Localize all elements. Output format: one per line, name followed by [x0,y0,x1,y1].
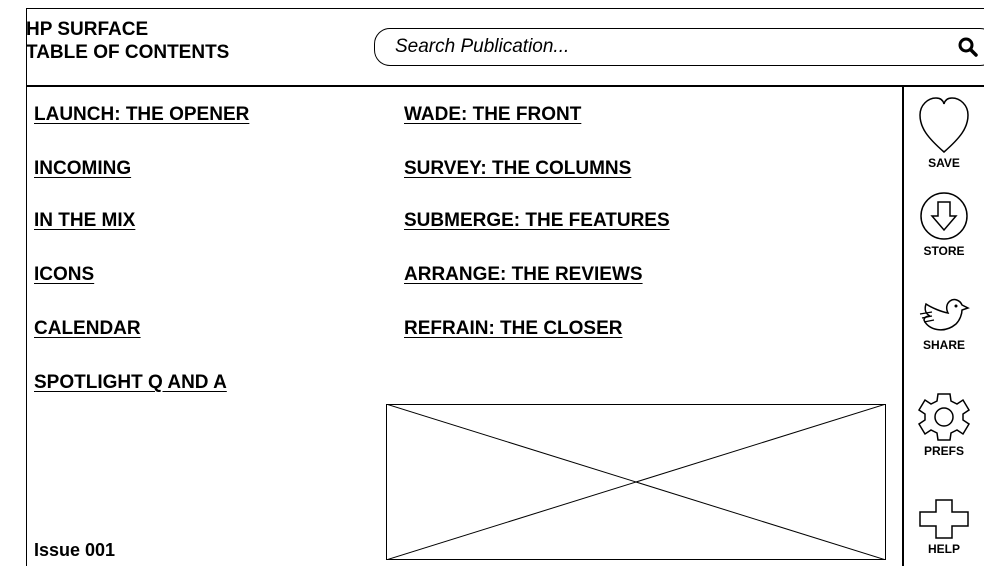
title-line-1: HP SURFACE [26,19,149,40]
title-line-2: TABLE OF CONTENTS [26,42,230,63]
share-label: SHARE [922,338,965,352]
toc-link-in-the-mix[interactable]: IN THE MIX [34,210,135,232]
prefs-button[interactable]: PREFS [904,392,984,458]
app-frame: HP SURFACE TABLE OF CONTENTS LAUNCH: THE… [0,0,984,566]
issue-label: Issue 001 [34,540,116,560]
search-input[interactable] [393,35,937,59]
top-border [26,8,984,9]
download-icon [920,192,968,240]
search-icon[interactable] [957,36,979,58]
gear-icon [917,393,971,441]
header-divider [26,85,984,87]
save-label: SAVE [928,156,960,170]
plus-icon [919,499,969,539]
search-box[interactable] [374,28,984,66]
toc-link-arrange[interactable]: ARRANGE: THE REVIEWS [404,264,643,286]
store-button[interactable]: STORE [904,190,984,258]
toc-link-incoming[interactable]: INCOMING [34,158,131,180]
heart-icon [919,97,969,153]
help-label: HELP [927,542,960,556]
left-border [26,8,27,566]
toc-link-launch[interactable]: LAUNCH: THE OPENER [34,104,249,126]
bird-icon [919,298,970,331]
toc-link-icons[interactable]: ICONS [34,264,94,286]
toc-link-submerge[interactable]: SUBMERGE: THE FEATURES [404,210,670,232]
toc-link-refrain[interactable]: REFRAIN: THE CLOSER [404,318,623,340]
toc-link-spotlight[interactable]: SPOTLIGHT Q AND A [34,372,227,394]
store-label: STORE [923,244,965,258]
page-title: HP SURFACE TABLE OF CONTENTS [26,18,229,64]
image-placeholder [386,404,886,560]
toc-link-survey[interactable]: SURVEY: THE COLUMNS [404,158,631,180]
help-button[interactable]: HELP [904,498,984,556]
share-button[interactable]: SHARE [904,296,984,352]
prefs-label: PREFS [923,444,964,458]
toc-link-calendar[interactable]: CALENDAR [34,318,141,340]
save-button[interactable]: SAVE [904,96,984,170]
toc-link-wade[interactable]: WADE: THE FRONT [404,104,581,126]
